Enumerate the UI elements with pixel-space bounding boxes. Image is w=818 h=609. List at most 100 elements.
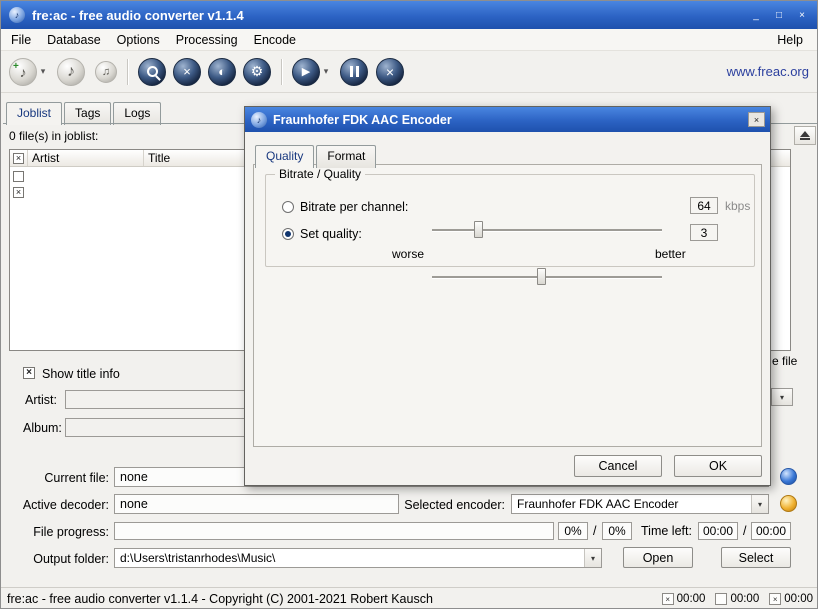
add-cd-button[interactable]: ♫ [95,61,117,83]
menu-options[interactable]: Options [109,30,168,50]
menu-database[interactable]: Database [39,30,109,50]
menu-processing[interactable]: Processing [168,30,246,50]
toolbar-separator [127,59,128,85]
column-artist[interactable]: Artist [28,150,144,166]
add-files-button[interactable]: ♪ + [9,58,37,86]
cancel-button-label: Cancel [599,459,638,473]
menu-help[interactable]: Help [769,30,811,50]
quality-slider-thumb[interactable] [537,268,546,285]
tab-logs[interactable]: Logs [113,102,161,125]
open-button[interactable]: Open [623,547,693,568]
selected-encoder-combo[interactable]: Fraunhofer FDK AAC Encoder ▾ [511,494,769,514]
file-progress-bar [114,522,554,540]
close-button[interactable]: × [793,7,811,23]
start-encoding-dropdown-icon[interactable]: ▾ [320,58,332,86]
maximize-button[interactable]: □ [770,7,788,23]
ok-button[interactable]: OK [674,455,762,477]
right-dropdown[interactable]: ▾ [771,388,793,406]
dialog-icon: ♪ [251,112,267,128]
select-all-checkbox[interactable]: × [13,153,24,164]
row-checkbox-unchecked[interactable] [13,171,24,182]
album-label: Album: [23,421,62,435]
double-note-icon: ♫ [102,66,110,78]
worse-label: worse [392,247,424,261]
quality-value-field: 3 [690,224,718,241]
total-percent-value: 0% [608,524,625,538]
active-decoder-field: none [114,494,399,514]
time-left-value: 00:00 [703,524,733,538]
show-title-info-label: Show title info [42,367,120,381]
bitrate-slider[interactable] [432,220,662,240]
select-all-header[interactable]: × [10,150,28,166]
cross-tools-icon: × [183,64,191,79]
current-file-label: Current file: [21,471,109,485]
pause-encoding-button[interactable] [340,58,368,86]
toolbar: ♪ + ▾ ♪ ♫ × ◐ ⚙ ▶ ▾ × [1,51,818,93]
quality-slider[interactable] [432,267,662,287]
cddb-query-button[interactable] [138,58,166,86]
time-icon: × [662,593,674,605]
quality-radio-label: Set quality: [300,227,362,241]
titlebar: ♪ fre:ac - free audio converter v1.1.4 _… [1,1,818,29]
window-title: fre:ac - free audio converter v1.1.4 [32,8,244,23]
add-files-dropdown-icon[interactable]: ▾ [37,58,49,86]
ok-button-label: OK [709,459,727,473]
artist-label: Artist: [25,393,57,407]
time-indicator-3[interactable]: × 00:00 [769,593,813,605]
cd-info-button[interactable]: ◐ [208,58,236,86]
note-icon: ♪ [67,63,75,81]
dialog-close-button[interactable]: × [748,112,765,127]
main-window: ♪ fre:ac - free audio converter v1.1.4 _… [0,0,818,609]
stop-encoding-button[interactable]: × [376,58,404,86]
selected-encoder-label: Selected encoder: [401,498,505,512]
time-left-label: Time left: [641,524,692,538]
chevron-down-icon[interactable]: ▾ [751,495,768,513]
current-file-value: none [120,470,148,484]
minimize-button[interactable]: _ [747,7,765,23]
dialog-title: Fraunhofer FDK AAC Encoder [273,113,452,127]
quality-radio[interactable] [282,228,294,240]
group-title: Bitrate / Quality [275,167,365,181]
statusbar-text: fre:ac - free audio converter v1.1.4 - C… [7,592,433,606]
encoder-config-dialog: ♪ Fraunhofer FDK AAC Encoder × Quality F… [244,106,771,486]
menu-file[interactable]: File [3,30,39,50]
output-folder-combo[interactable]: d:\Users\tristanrhodes\Music\ ▾ [114,548,602,568]
dialog-tabstrip: Quality Format [255,145,376,168]
time-indicator-2[interactable]: 00:00 [715,593,759,605]
show-title-info-checkbox[interactable]: × [23,367,35,379]
select-button[interactable]: Select [721,547,791,568]
bitrate-radio[interactable] [282,201,294,213]
tab-quality[interactable]: Quality [255,145,314,168]
file-percent-field: 0% [558,522,588,540]
menubar: File Database Options Processing Encode … [1,29,818,51]
app-icon: ♪ [9,7,25,23]
time-value: 00:00 [784,593,813,605]
cancel-button[interactable]: Cancel [574,455,662,477]
dialog-titlebar: ♪ Fraunhofer FDK AAC Encoder × [245,107,770,132]
chevron-down-icon[interactable]: ▾ [584,549,601,567]
slash-separator: / [743,524,746,538]
eject-button[interactable] [794,126,816,145]
time-indicator-1[interactable]: × 00:00 [662,593,706,605]
tab-format[interactable]: Format [316,145,376,168]
time-value: 00:00 [730,593,759,605]
row-checkbox-checked[interactable]: × [13,187,24,198]
output-folder-label: Output folder: [21,552,109,566]
bitrate-slider-thumb[interactable] [474,221,483,238]
menu-encode[interactable]: Encode [246,30,304,50]
start-encoding-button[interactable]: ▶ [292,58,320,86]
time-icon [715,593,727,605]
tab-joblist[interactable]: Joblist [6,102,62,125]
selected-encoder-value: Fraunhofer FDK AAC Encoder [512,497,751,511]
info-orb-icon[interactable] [780,468,797,485]
active-decoder-value: none [120,497,148,511]
website-link[interactable]: www.freac.org [727,64,809,79]
quality-value: 3 [701,226,708,240]
joblist-entry-button[interactable]: ♪ [57,58,85,86]
statusbar: fre:ac - free audio converter v1.1.4 - C… [1,587,818,609]
configure-encoder-button[interactable]: × [173,58,201,86]
tab-tags[interactable]: Tags [64,102,111,125]
status-orb-icon[interactable] [780,495,797,512]
bitrate-unit-label: kbps [725,199,750,213]
settings-button[interactable]: ⚙ [243,58,271,86]
